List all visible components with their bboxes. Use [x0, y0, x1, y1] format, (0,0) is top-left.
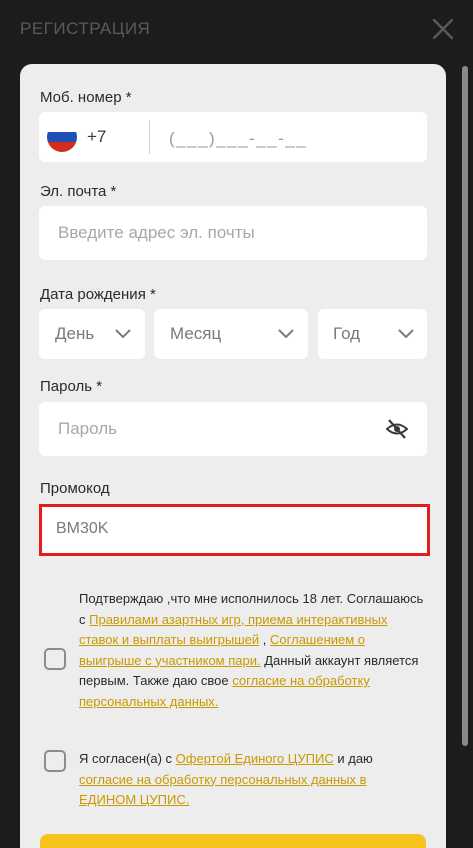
month-select[interactable]: Месяц [154, 309, 308, 359]
cupis-personal-data-link[interactable]: согласие на обработку персональных данны… [79, 772, 367, 808]
password-input[interactable]: Пароль [58, 419, 117, 439]
country-code[interactable]: +7 [87, 127, 106, 147]
cupis-offer-link[interactable]: Офертой Единого ЦУПИС [176, 751, 334, 766]
consent-text-part: , [259, 632, 271, 647]
promo-label: Промокод [40, 480, 110, 497]
phone-label: Моб. номер * [40, 89, 132, 106]
consent-text-part: Я согласен(а) с [79, 751, 176, 766]
email-label: Эл. почта * [40, 183, 117, 200]
email-field[interactable]: Введите адрес эл. почты [39, 206, 427, 260]
cupis-consent-text: Я согласен(а) с Офертой Единого ЦУПИС и … [79, 749, 424, 811]
promo-input[interactable]: BM30K [56, 520, 108, 538]
russia-flag-icon[interactable] [47, 122, 77, 152]
day-select-label: День [55, 324, 95, 343]
scrollbar[interactable] [462, 66, 468, 746]
cupis-consent-checkbox[interactable] [44, 750, 66, 772]
phone-divider [149, 120, 150, 154]
close-icon[interactable] [432, 18, 454, 40]
modal-header: РЕГИСТРАЦИЯ [0, 0, 473, 64]
chevron-down-icon [398, 329, 414, 339]
chevron-down-icon [278, 329, 294, 339]
phone-input[interactable]: (___)___-__-__ [169, 129, 307, 149]
birthdate-label: Дата рождения * [40, 286, 156, 303]
year-select-label: Год [333, 324, 361, 343]
promo-field[interactable]: BM30K [39, 504, 430, 556]
register-button[interactable] [40, 834, 426, 848]
chevron-down-icon [115, 329, 131, 339]
password-label: Пароль * [40, 378, 103, 395]
email-input[interactable]: Введите адрес эл. почты [58, 223, 255, 243]
modal-title: РЕГИСТРАЦИЯ [20, 19, 151, 38]
month-select-label: Месяц [170, 324, 222, 343]
eye-off-icon[interactable] [386, 419, 408, 439]
year-select[interactable]: Год [318, 309, 427, 359]
age-consent-text: Подтверждаю ,что мне исполнилось 18 лет.… [79, 589, 424, 712]
day-select[interactable]: День [39, 309, 145, 359]
age-consent-checkbox[interactable] [44, 648, 66, 670]
consent-text-part: и даю [333, 751, 373, 766]
phone-field[interactable]: +7 (___)___-__-__ [39, 112, 427, 162]
registration-form: Моб. номер * +7 (___)___-__-__ Эл. почта… [20, 64, 446, 848]
password-field[interactable]: Пароль [39, 402, 427, 456]
